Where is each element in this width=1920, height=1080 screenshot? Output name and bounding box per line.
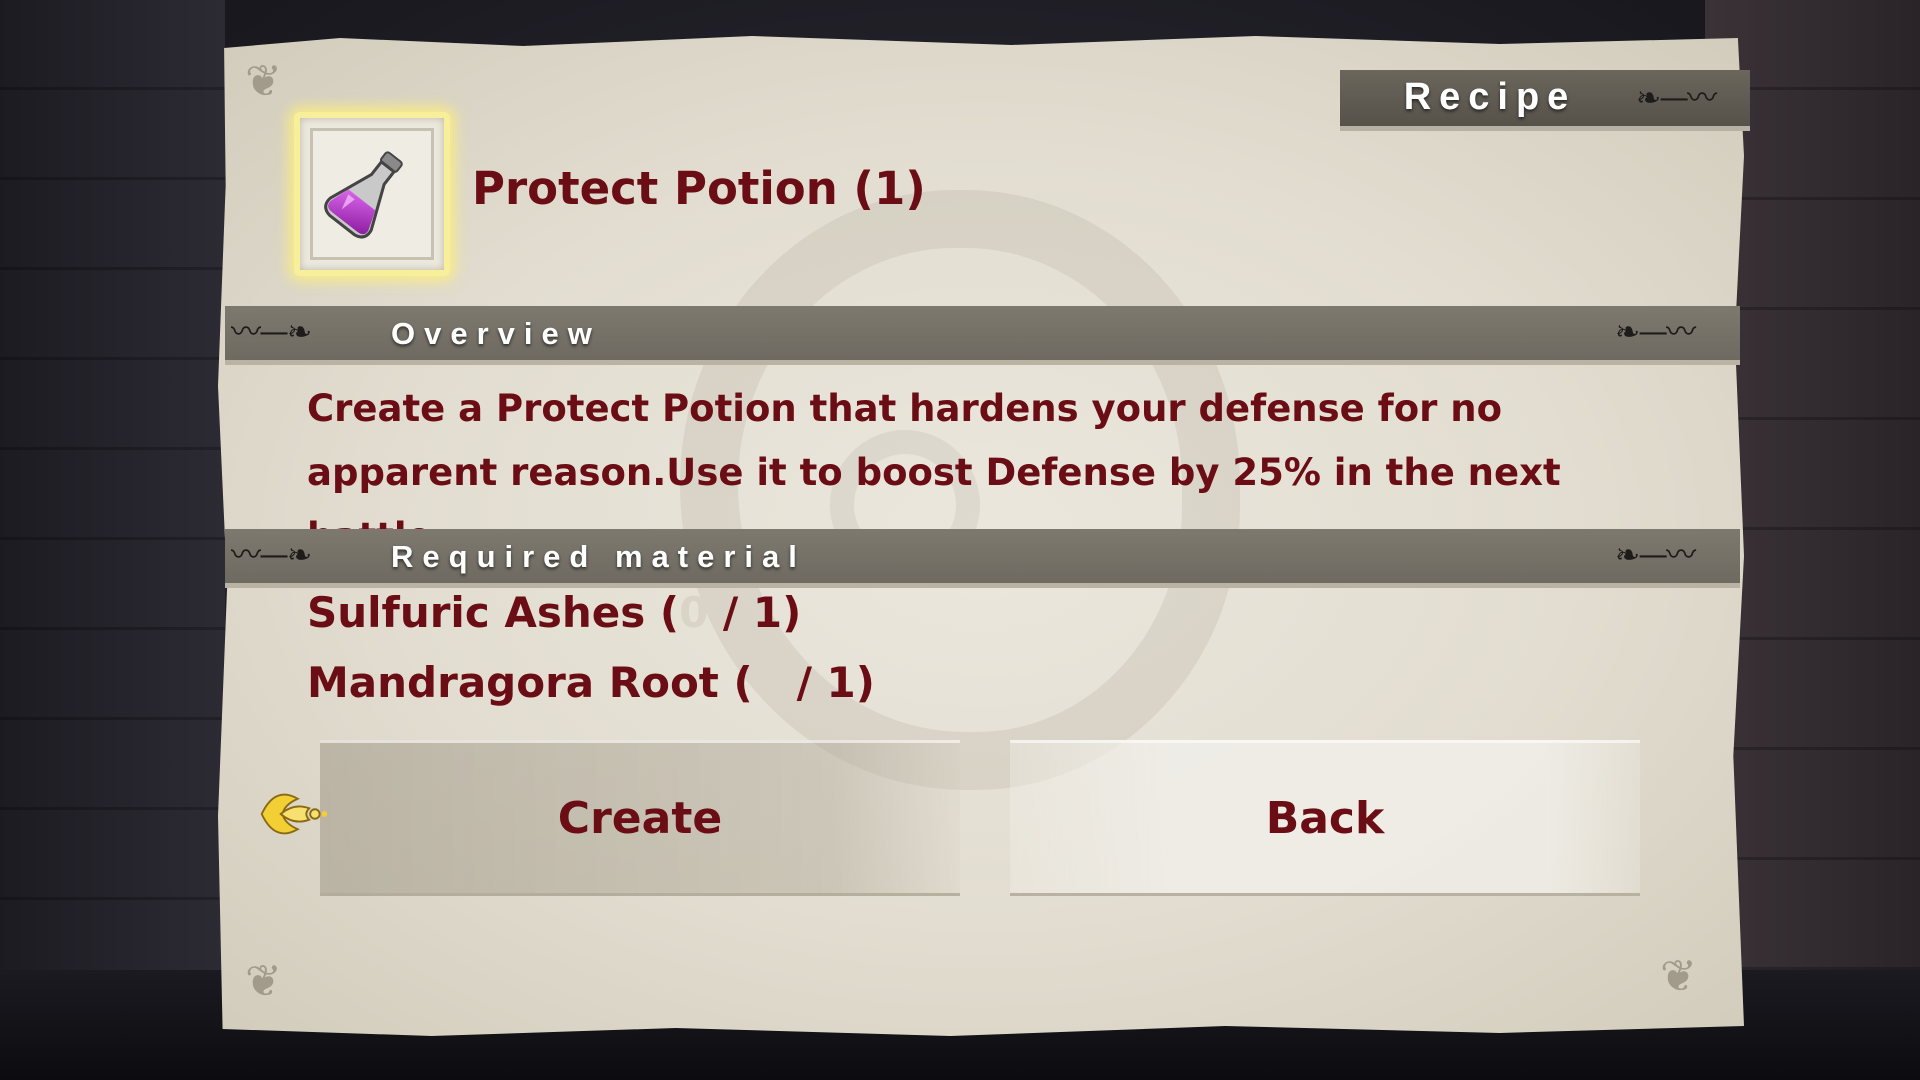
required-material-title: Required material	[391, 539, 806, 574]
material-item: Mandragora Root (0 / 1)	[307, 658, 875, 707]
material-close-paren: )	[782, 588, 802, 637]
back-button-label: Back	[1265, 792, 1385, 844]
material-open-paren: (	[645, 588, 680, 637]
material-have-count: 0	[752, 658, 782, 707]
back-button[interactable]: Back	[1010, 740, 1640, 896]
overview-line: Create a Protect Potion that hardens you…	[307, 387, 1503, 430]
corner-flourish-top-left: ❦	[245, 56, 282, 107]
recipe-title: Recipe	[1403, 76, 1577, 118]
material-separator: /	[781, 658, 827, 707]
overview-section-bar: 〰—❧ Overview ❧—〰	[225, 306, 1740, 365]
flourish-ornament-icon: ❧—〰	[1615, 315, 1696, 350]
material-name: Sulfuric Ashes	[307, 588, 646, 637]
material-need-count: 1	[752, 588, 783, 637]
material-item: Sulfuric Ashes (0 / 1)	[307, 588, 801, 637]
create-button[interactable]: Create	[320, 740, 960, 896]
flourish-ornament-icon: 〰—❧	[231, 538, 312, 573]
overview-title: Overview	[391, 316, 601, 351]
golden-wing-cursor-icon	[260, 793, 328, 835]
create-button-label: Create	[557, 792, 723, 844]
flourish-ornament-icon: ❧—〰	[1615, 538, 1696, 573]
flourish-ornament-icon: ❧—〰	[1636, 81, 1717, 116]
background-wall-left	[0, 0, 225, 1080]
material-have-count: 0	[679, 588, 709, 637]
material-need-count: 1	[826, 658, 856, 707]
material-separator: /	[708, 588, 753, 637]
required-material-section-bar: 〰—❧ Required material ❧—〰	[225, 529, 1740, 588]
corner-flourish-bottom-left: ❦	[245, 956, 282, 1007]
material-name: Mandragora Root	[307, 658, 719, 707]
material-open-paren: (	[718, 658, 753, 707]
corner-flourish-bottom-right: ❦	[1660, 951, 1697, 1002]
recipe-header-tab: Recipe ❧—〰	[1340, 70, 1750, 131]
purple-potion-flask-icon	[324, 151, 403, 239]
item-slot[interactable]	[294, 112, 450, 276]
material-close-paren: )	[855, 658, 875, 707]
flourish-ornament-icon: 〰—❧	[231, 315, 312, 350]
item-name: Protect Potion (1)	[472, 162, 926, 215]
